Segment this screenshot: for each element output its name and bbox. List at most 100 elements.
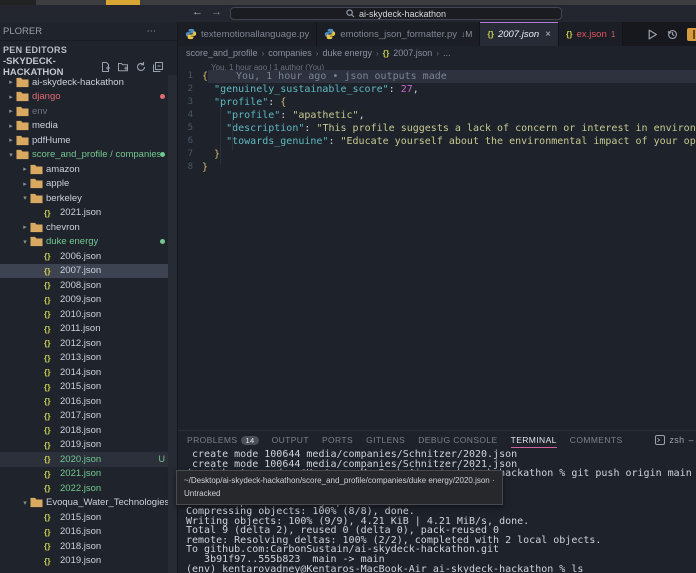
- tree-item-2013-json[interactable]: {}2013.json: [0, 351, 177, 366]
- breadcrumb-item[interactable]: score_and_profile: [186, 48, 258, 58]
- tree-item-2019-json[interactable]: {}2019.json: [0, 554, 177, 569]
- tree-item-amazon[interactable]: ▸amazon: [0, 162, 177, 177]
- codelens-annotation[interactable]: You, 1 hour ago | 1 author (You): [211, 60, 696, 70]
- collapse-all-icon[interactable]: [153, 62, 163, 72]
- tree-item-ai-skydeck-hackathon[interactable]: ▸ai-skydeck-hackathon: [0, 75, 177, 90]
- tree-item-2010-json[interactable]: {}2010.json: [0, 307, 177, 322]
- tab-ex-json[interactable]: {}ex.json1: [559, 22, 623, 46]
- code-line[interactable]: 8}: [178, 161, 696, 174]
- tree-item-2021-json[interactable]: {}2021.json: [0, 467, 177, 482]
- tree-item-2014-json[interactable]: {}2014.json: [0, 365, 177, 380]
- tab-2007-json[interactable]: {}2007.json×: [480, 22, 559, 46]
- tree-item-2016-json[interactable]: {}2016.json: [0, 394, 177, 409]
- tree-item-2017-json[interactable]: {}2017.json: [0, 409, 177, 424]
- code-line[interactable]: 2 "genuinely_sustainable_score": 27,: [178, 83, 696, 96]
- folder-icon: [16, 135, 29, 146]
- twisty-chevron-icon[interactable]: ▾: [20, 499, 30, 507]
- explorer-more-actions-icon[interactable]: ⋯: [147, 26, 158, 37]
- twisty-chevron-icon[interactable]: ▸: [20, 223, 30, 231]
- tree-item-2012-json[interactable]: {}2012.json: [0, 336, 177, 351]
- json-file-icon: {}: [44, 425, 60, 435]
- tab-textemotionallanguage-py[interactable]: textemotionallanguage.py: [178, 22, 317, 46]
- code-line[interactable]: 5 "description": "This profile suggests …: [178, 122, 696, 135]
- twisty-chevron-icon[interactable]: ▸: [20, 180, 30, 188]
- tree-item-2009-json[interactable]: {}2009.json: [0, 293, 177, 308]
- tree-item-2020-json[interactable]: {}2020.jsonU: [0, 452, 177, 467]
- tree-item-pdfhume[interactable]: ▸pdfHume: [0, 133, 177, 148]
- tree-item-duke-energy[interactable]: ▾duke energy: [0, 235, 177, 250]
- panel-tab-output[interactable]: OUTPUT: [272, 431, 309, 449]
- breadcrumb-item[interactable]: 2007.json: [393, 48, 432, 58]
- code-line[interactable]: 6 "towards_genuine": "Educate yourself a…: [178, 135, 696, 148]
- json-file-icon: {}: [44, 454, 60, 464]
- tab-emotions-json-formatter-py[interactable]: emotions_json_formatter.py↓M: [317, 22, 480, 46]
- twisty-chevron-icon[interactable]: ▸: [6, 136, 16, 144]
- nav-back-arrow-icon[interactable]: ←: [192, 6, 203, 18]
- tree-item-2008-json[interactable]: {}2008.json: [0, 278, 177, 293]
- panel-tab-gitlens[interactable]: GITLENS: [366, 431, 405, 449]
- tree-item-2022-json[interactable]: {}2022.json: [0, 481, 177, 496]
- twisty-chevron-icon[interactable]: ▸: [20, 165, 30, 173]
- breadcrumb-item[interactable]: duke energy: [322, 48, 372, 58]
- nav-forward-arrow-icon[interactable]: →: [211, 6, 222, 18]
- tree-item-media[interactable]: ▸media: [0, 119, 177, 134]
- breadcrumb-item[interactable]: companies: [268, 48, 312, 58]
- tree-item-berkeley[interactable]: ▾berkeley: [0, 191, 177, 206]
- line-number: 8: [178, 161, 202, 174]
- tree-item-2021-json[interactable]: {}2021.json: [0, 206, 177, 221]
- tree-item-2011-json[interactable]: {}2011.json: [0, 322, 177, 337]
- breadcrumb-item[interactable]: ...: [443, 48, 451, 58]
- tree-item-label: 2009.json: [60, 294, 101, 305]
- tree-item-label: 2015.json: [60, 512, 101, 523]
- line-number: 2: [178, 83, 202, 96]
- new-file-icon[interactable]: [101, 62, 111, 72]
- run-icon[interactable]: [647, 29, 658, 40]
- twisty-chevron-icon[interactable]: ▸: [6, 107, 16, 115]
- folder-icon: [16, 91, 29, 102]
- panel-tab-terminal[interactable]: TERMINAL: [511, 431, 557, 449]
- history-icon[interactable]: [667, 29, 678, 40]
- split-editor-icon[interactable]: [687, 28, 696, 41]
- tree-item-2006-json[interactable]: {}2006.json: [0, 249, 177, 264]
- twisty-chevron-icon[interactable]: ▸: [6, 78, 16, 86]
- tree-item-apple[interactable]: ▸apple: [0, 177, 177, 192]
- twisty-chevron-icon[interactable]: ▸: [6, 122, 16, 130]
- tree-item-env[interactable]: ▸env: [0, 104, 177, 119]
- code-line[interactable]: 3 "profile": {: [178, 96, 696, 109]
- panel-tab-debug-console[interactable]: DEBUG CONSOLE: [418, 431, 497, 449]
- tree-item-2015-json[interactable]: {}2015.json: [0, 380, 177, 395]
- panel-tab-ports[interactable]: PORTS: [322, 431, 353, 449]
- line-number: 3: [178, 96, 202, 109]
- tree-item-2018-json[interactable]: {}2018.json: [0, 423, 177, 438]
- new-folder-icon[interactable]: [118, 62, 129, 72]
- file-hover-tooltip: ~/Desktop/ai-skydeck-hackathon/score_and…: [176, 470, 503, 505]
- panel-tab-comments[interactable]: COMMENTS: [570, 431, 623, 449]
- tree-item-2018-json[interactable]: {}2018.json: [0, 539, 177, 554]
- twisty-chevron-icon[interactable]: ▾: [6, 151, 16, 159]
- workspace-section-header[interactable]: -SKYDECK-HACKATHON: [0, 58, 177, 75]
- tree-item-score-and-profile-companies[interactable]: ▾score_and_profile / companies: [0, 148, 177, 163]
- command-center-search[interactable]: ai-skydeck-hackathon: [230, 7, 562, 20]
- tree-item-evoqua-water-technologies[interactable]: ▾Evoqua_Water_Technologies: [0, 496, 177, 511]
- breadcrumb[interactable]: score_and_profile›companies›duke energy›…: [178, 46, 696, 60]
- tree-item-2015-json[interactable]: {}2015.json: [0, 510, 177, 525]
- twisty-chevron-icon[interactable]: ▸: [6, 93, 16, 101]
- breadcrumb-separator-icon: ›: [316, 49, 319, 58]
- editor-actions: [647, 22, 696, 46]
- terminal-output[interactable]: create mode 100644 media/companies/Schni…: [178, 449, 696, 573]
- twisty-chevron-icon[interactable]: ▾: [20, 238, 30, 246]
- code-line[interactable]: 7 }: [178, 148, 696, 161]
- code-line[interactable]: 4 "profile": "apathetic",: [178, 109, 696, 122]
- tree-item-chevron[interactable]: ▸chevron: [0, 220, 177, 235]
- twisty-chevron-icon[interactable]: ▾: [20, 194, 30, 202]
- terminal-shell-selector[interactable]: zsh–: [655, 435, 696, 445]
- refresh-icon[interactable]: [136, 62, 146, 72]
- tree-item-django[interactable]: ▸django: [0, 90, 177, 105]
- tab-close-icon[interactable]: ×: [545, 29, 551, 40]
- tree-item-2019-json[interactable]: {}2019.json: [0, 438, 177, 453]
- tree-item-2016-json[interactable]: {}2016.json: [0, 525, 177, 540]
- code-line[interactable]: 1{You, 1 hour ago • json outputs made: [178, 70, 696, 83]
- tree-item-2007-json[interactable]: {}2007.json: [0, 264, 177, 279]
- panel-tab-problems[interactable]: PROBLEMS14: [187, 431, 259, 449]
- code-editor[interactable]: You, 1 hour ago | 1 author (You) 1{You, …: [178, 60, 696, 430]
